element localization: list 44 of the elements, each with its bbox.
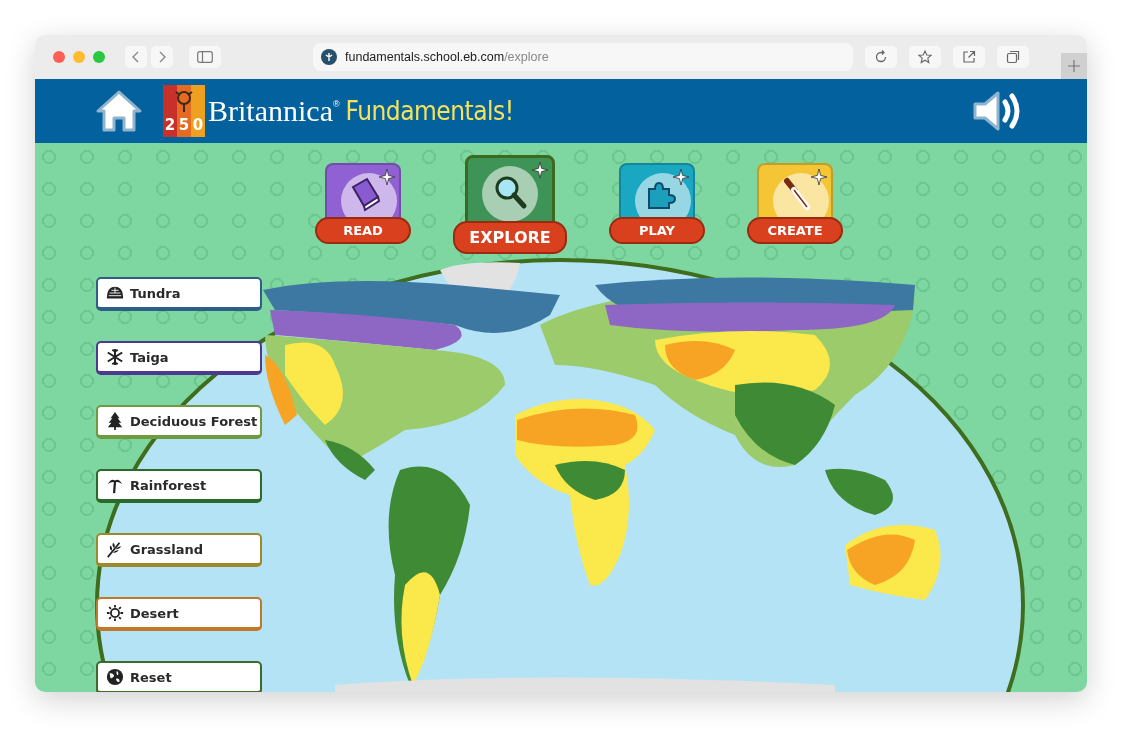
logo-digit: 0 bbox=[191, 115, 205, 135]
sparkle-icon bbox=[379, 169, 395, 185]
tab-label: PLAY bbox=[609, 217, 705, 244]
biome-button[interactable]: Desert bbox=[96, 597, 262, 631]
sun-icon bbox=[106, 604, 124, 622]
tab-label: CREATE bbox=[747, 217, 843, 244]
tab-label: EXPLORE bbox=[453, 221, 567, 254]
brand-name: Britannica bbox=[208, 94, 333, 128]
tree-icon bbox=[106, 412, 124, 430]
chevron-left-icon bbox=[131, 51, 141, 63]
biome-button[interactable]: Rainforest bbox=[96, 469, 262, 503]
product-name: Fundamentals! bbox=[345, 96, 514, 126]
share-icon bbox=[962, 50, 976, 64]
bookmark-button[interactable] bbox=[909, 46, 941, 68]
plus-icon bbox=[1068, 60, 1080, 72]
reload-icon bbox=[874, 50, 888, 64]
reload-button[interactable] bbox=[865, 46, 897, 68]
sidebar-button[interactable] bbox=[189, 46, 221, 68]
globe-icon bbox=[106, 668, 124, 686]
logo-digit: 2 bbox=[163, 115, 177, 135]
biome-button[interactable]: Taiga bbox=[96, 341, 262, 375]
address-bar[interactable]: fundamentals.school.eb.com/explore bbox=[313, 43, 853, 71]
tabs-button[interactable] bbox=[997, 46, 1029, 68]
share-button[interactable] bbox=[953, 46, 985, 68]
tab-label: READ bbox=[315, 217, 411, 244]
biome-button[interactable]: Deciduous Forest bbox=[96, 405, 262, 439]
home-icon[interactable] bbox=[95, 89, 143, 133]
registered-mark: ® bbox=[332, 99, 340, 109]
close-button[interactable] bbox=[53, 51, 65, 63]
sparkle-icon bbox=[532, 162, 548, 178]
biome-button[interactable]: Reset bbox=[96, 661, 262, 692]
sparkle-icon bbox=[673, 169, 689, 185]
wheat-icon bbox=[106, 540, 124, 558]
biome-button[interactable]: Tundra bbox=[96, 277, 262, 311]
url-text: fundamentals.school.eb.com/explore bbox=[345, 50, 549, 64]
sidebar-icon bbox=[197, 51, 213, 63]
biome-button[interactable]: Grassland bbox=[96, 533, 262, 567]
site-icon bbox=[321, 49, 337, 65]
chevron-right-icon bbox=[157, 51, 167, 63]
tabs-icon bbox=[1006, 50, 1020, 64]
sparkle-icon bbox=[811, 169, 827, 185]
snowflake-icon bbox=[106, 348, 124, 366]
star-icon bbox=[918, 50, 932, 64]
logo-digit: 5 bbox=[177, 115, 191, 135]
